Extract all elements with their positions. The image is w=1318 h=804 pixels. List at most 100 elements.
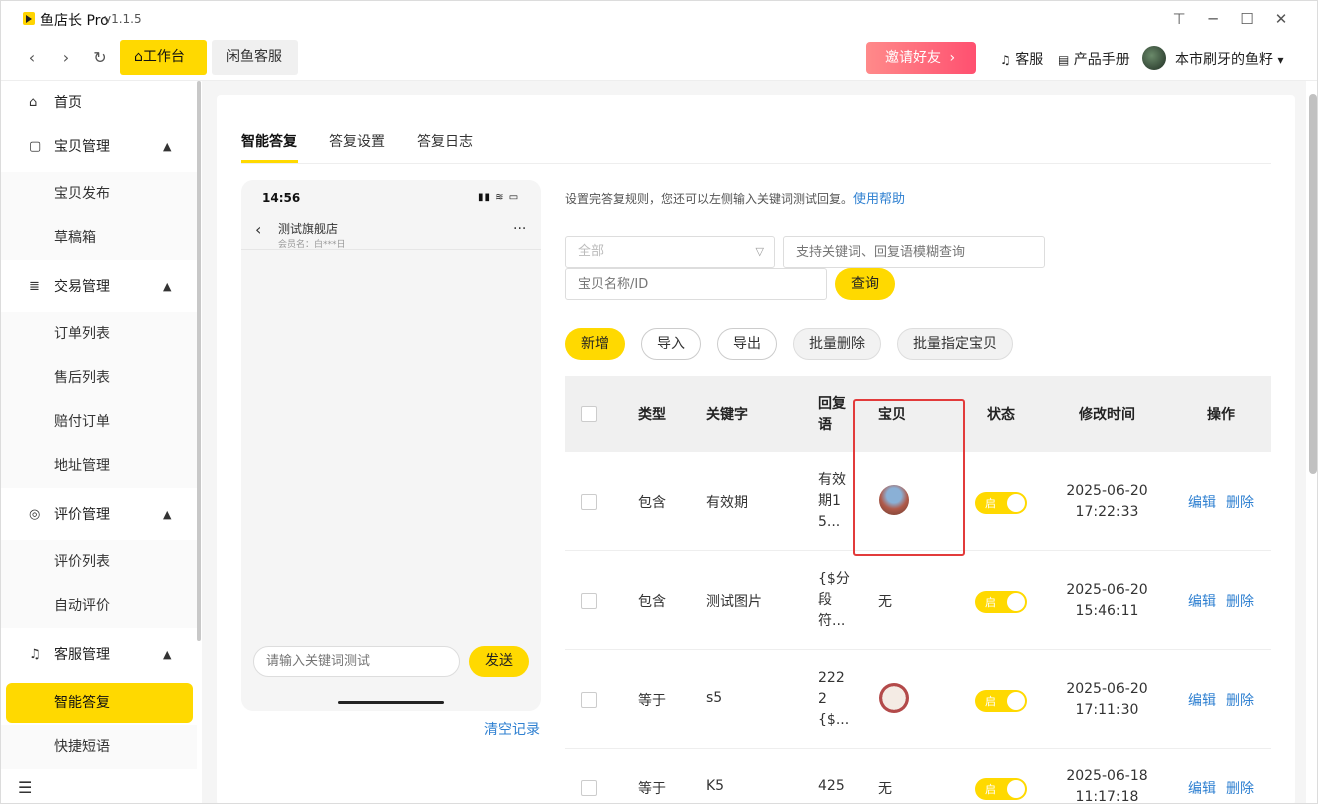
app-window: 鱼店长 Pro v1.1.5 ⊤ ─ ☐ ✕ ‹ › ↻ ⌂工作台 闲鱼客服 邀…: [0, 0, 1318, 804]
chat-header-divider: [241, 249, 541, 250]
user-menu[interactable]: 本市刷牙的鱼籽 ▾: [1175, 49, 1283, 69]
manual-label: 产品手册: [1073, 52, 1130, 68]
clear-log-link[interactable]: 清空记录: [484, 719, 540, 739]
sidebar-item-drafts[interactable]: 草稿箱: [1, 216, 197, 260]
row-checkbox[interactable]: [581, 593, 597, 609]
sidebar-item-compensation[interactable]: 赔付订单: [1, 400, 197, 444]
phone-preview: 14:56 ▮▮ ≋ ▭ ‹ 测试旗舰店 会员名：白***日 ··· 发送: [241, 180, 541, 711]
export-button[interactable]: 导出: [717, 328, 777, 360]
row-type: 包含: [638, 495, 666, 511]
service-link[interactable]: ♫ 客服: [1000, 49, 1043, 69]
row-reply: 有效期15...: [818, 472, 846, 530]
edit-link[interactable]: 编辑: [1188, 690, 1216, 710]
item-column-highlight: [853, 399, 965, 556]
header-reply: 回复语: [818, 396, 846, 433]
tab-smart-reply[interactable]: 智能答复: [241, 131, 297, 151]
delete-link[interactable]: 删除: [1226, 690, 1254, 710]
batch-delete-button[interactable]: 批量删除: [793, 328, 881, 360]
invite-arrow-icon: ›: [949, 50, 956, 66]
sidebar-item-review-list[interactable]: 评价列表: [1, 540, 197, 584]
sidebar-item-label: 宝贝管理: [54, 139, 110, 155]
phone-status-icons: ▮▮ ≋ ▭: [478, 192, 520, 203]
sidebar-group-item-mgmt[interactable]: ▢ 宝贝管理 ▲: [1, 125, 197, 169]
back-icon[interactable]: ‹: [21, 47, 43, 69]
batch-assign-button[interactable]: 批量指定宝贝: [897, 328, 1013, 360]
headset-icon: ♫: [1000, 53, 1011, 67]
manual-link[interactable]: ▤ 产品手册: [1058, 49, 1130, 69]
tab-xianyu-service[interactable]: 闲鱼客服: [212, 40, 298, 75]
table-row: 等于 K5 425 无 启 2025-06-18 11:17:18 编辑 删除: [565, 749, 1271, 804]
invite-friends-button[interactable]: 邀请好友 ›: [866, 42, 976, 74]
row-type: 等于: [638, 693, 666, 709]
toggle-knob: [1007, 692, 1025, 710]
search-button[interactable]: 查询: [835, 268, 895, 300]
delete-link[interactable]: 删除: [1226, 778, 1254, 798]
edit-link[interactable]: 编辑: [1188, 778, 1216, 798]
delete-link[interactable]: 删除: [1226, 591, 1254, 611]
list-icon: ≣: [29, 279, 40, 294]
row-time-clock: 15:46:11: [1075, 603, 1139, 619]
sidebar-item-publish[interactable]: 宝贝发布: [1, 172, 197, 216]
sidebar-group-review[interactable]: ◎ 评价管理 ▲: [1, 493, 197, 537]
row-keyword: 有效期: [706, 495, 748, 511]
help-link[interactable]: 使用帮助: [853, 192, 905, 207]
status-toggle[interactable]: 启: [975, 778, 1027, 800]
close-button[interactable]: ✕: [1271, 9, 1291, 29]
item-search-input[interactable]: [565, 268, 827, 300]
sidebar-item-aftersale[interactable]: 售后列表: [1, 356, 197, 400]
delete-link[interactable]: 删除: [1226, 492, 1254, 512]
row-item: 无: [878, 781, 892, 797]
tab-reply-settings[interactable]: 答复设置: [329, 131, 385, 151]
row-time-clock: 11:17:18: [1075, 789, 1139, 804]
item-thumbnail[interactable]: [879, 683, 909, 713]
sidebar-item-label: 赔付订单: [54, 414, 110, 430]
add-button[interactable]: 新增: [565, 328, 625, 360]
toggle-label: 启: [985, 783, 996, 796]
row-type: 等于: [638, 781, 666, 797]
sidebar-item-label: 订单列表: [54, 326, 110, 342]
header-status: 状态: [987, 407, 1015, 423]
header-type: 类型: [638, 407, 666, 423]
edit-link[interactable]: 编辑: [1188, 591, 1216, 611]
type-select[interactable]: 全部 ▽: [565, 236, 775, 268]
status-toggle[interactable]: 启: [975, 591, 1027, 613]
app-logo-icon: [23, 12, 35, 25]
edit-link[interactable]: 编辑: [1188, 492, 1216, 512]
maximize-button[interactable]: ☐: [1237, 9, 1257, 29]
sidebar-group-service[interactable]: ♫ 客服管理 ▲: [1, 633, 197, 677]
sidebar-item-address[interactable]: 地址管理: [1, 444, 197, 488]
main-scrollbar[interactable]: [1309, 94, 1317, 474]
sidebar-item-quick-phrases[interactable]: 快捷短语: [1, 725, 197, 769]
row-checkbox[interactable]: [581, 780, 597, 796]
tab-workbench[interactable]: ⌂工作台: [120, 40, 207, 75]
status-toggle[interactable]: 启: [975, 690, 1027, 712]
row-item: 无: [878, 594, 892, 610]
pin-icon[interactable]: ⊤: [1169, 9, 1189, 29]
user-name: 本市刷牙的鱼籽: [1175, 52, 1273, 68]
send-button[interactable]: 发送: [469, 646, 529, 677]
sidebar-item-orders[interactable]: 订单列表: [1, 312, 197, 356]
refresh-icon[interactable]: ↻: [89, 47, 111, 69]
collapse-menu-icon[interactable]: ☰: [18, 778, 32, 797]
sidebar-item-label: 评价管理: [54, 507, 110, 523]
avatar[interactable]: [1142, 46, 1166, 70]
row-checkbox[interactable]: [581, 494, 597, 510]
tab-reply-log[interactable]: 答复日志: [417, 131, 473, 151]
book-icon: ▤: [1058, 53, 1070, 67]
sidebar-item-smart-reply[interactable]: 智能答复: [6, 683, 193, 723]
keyword-test-input[interactable]: [253, 646, 460, 677]
row-checkbox[interactable]: [581, 692, 597, 708]
minimize-button[interactable]: ─: [1203, 9, 1223, 29]
sidebar-group-trade[interactable]: ≣ 交易管理 ▲: [1, 265, 197, 309]
sidebar-item-auto-review[interactable]: 自动评价: [1, 584, 197, 628]
row-type: 包含: [638, 594, 666, 610]
sidebar-item-home[interactable]: ⌂ 首页: [1, 81, 197, 125]
select-all-checkbox[interactable]: [581, 406, 597, 422]
keyword-search-input[interactable]: [783, 236, 1045, 268]
import-button[interactable]: 导入: [641, 328, 701, 360]
status-toggle[interactable]: 启: [975, 492, 1027, 514]
sidebar-scrollbar[interactable]: [197, 81, 201, 641]
forward-icon[interactable]: ›: [55, 47, 77, 69]
service-label: 客服: [1015, 52, 1044, 68]
top-toolbar: ‹ › ↻ ⌂工作台 闲鱼客服 邀请好友 › ♫ 客服 ▤ 产品手册 本市刷牙的…: [1, 37, 1317, 81]
